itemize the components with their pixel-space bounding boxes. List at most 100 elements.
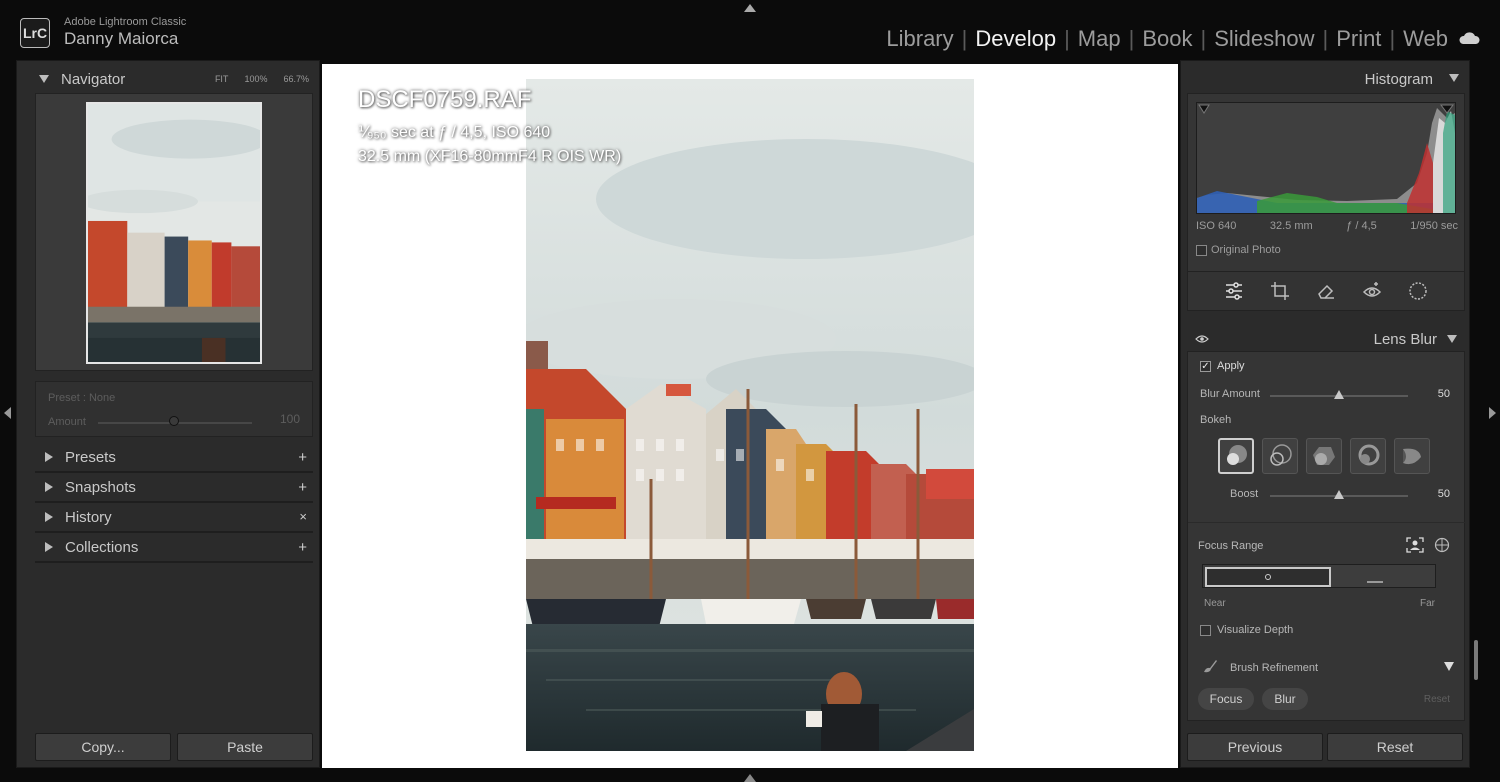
far-label: Far: [1420, 598, 1435, 609]
visualize-depth-checkbox[interactable]: [1200, 624, 1211, 636]
visualize-depth-toggle[interactable]: Visualize Depth: [1200, 624, 1293, 636]
red-eye-icon[interactable]: [1362, 281, 1382, 301]
photo-canvas[interactable]: DSCF0759.RAF ⅟₉₅₀ sec at ƒ / 4,5, ISO 64…: [322, 64, 1178, 768]
brush-icon: [1204, 660, 1217, 673]
histogram-graph[interactable]: [1196, 102, 1456, 214]
module-develop[interactable]: Develop: [967, 26, 1064, 52]
navigator-title: Navigator: [61, 70, 126, 88]
navigator-zoom-options: FIT 100% 66.7%: [215, 74, 315, 84]
history-section[interactable]: History ×: [35, 503, 313, 533]
cloud-sync-icon[interactable]: [1458, 31, 1480, 45]
amount-slider-thumb[interactable]: [169, 416, 179, 426]
original-photo-checkbox[interactable]: [1196, 244, 1207, 256]
collapse-right-panel-arrow[interactable]: [1489, 407, 1496, 419]
collapse-triangle-icon[interactable]: [1447, 335, 1457, 343]
presets-section[interactable]: Presets +: [35, 443, 313, 473]
paste-button[interactable]: Paste: [177, 733, 313, 761]
add-snapshot-icon[interactable]: +: [298, 479, 307, 496]
module-slideshow[interactable]: Slideshow: [1206, 26, 1322, 52]
lens-blur-header[interactable]: Lens Blur: [1187, 327, 1465, 351]
masking-icon[interactable]: [1408, 281, 1428, 301]
boost-value[interactable]: 50: [1438, 488, 1450, 500]
add-preset-icon[interactable]: +: [298, 449, 307, 466]
zoom-66[interactable]: 66.7%: [283, 74, 309, 84]
main-photo[interactable]: [526, 79, 974, 751]
depth-marker: [1367, 581, 1383, 583]
focus-range-label: Focus Range: [1198, 540, 1264, 552]
original-photo-toggle[interactable]: Original Photo: [1196, 244, 1281, 256]
visibility-eye-icon[interactable]: [1195, 334, 1209, 344]
boost-thumb[interactable]: [1334, 490, 1344, 499]
blur-amount-thumb[interactable]: [1334, 390, 1344, 399]
module-print[interactable]: Print: [1328, 26, 1389, 52]
histogram-title[interactable]: Histogram: [1365, 71, 1433, 88]
blur-amount-value[interactable]: 50: [1438, 388, 1450, 400]
blur-brush-button[interactable]: Blur: [1262, 688, 1308, 710]
navigator-header[interactable]: Navigator FIT 100% 66.7%: [31, 65, 315, 93]
brush-refinement-triangle-icon[interactable]: [1444, 662, 1454, 671]
original-photo-label: Original Photo: [1211, 244, 1281, 256]
zoom-fit[interactable]: FIT: [215, 74, 229, 84]
bokeh-options: [1218, 438, 1430, 474]
history-label: History: [65, 508, 112, 526]
navigator-preview[interactable]: [35, 93, 313, 371]
eraser-icon[interactable]: [1316, 281, 1336, 301]
bokeh-ring-option[interactable]: [1350, 438, 1386, 474]
app-name: Adobe Lightroom Classic: [64, 16, 187, 28]
collapse-top-panel-arrow[interactable]: [744, 4, 756, 12]
module-book[interactable]: Book: [1134, 26, 1200, 52]
photo-exposure: ⅟₉₅₀ sec at ƒ / 4,5, ISO 640: [358, 124, 551, 141]
lens-blur-panel: ✓ Apply Blur Amount 50 Bokeh Boost 50 Fo…: [1187, 351, 1466, 721]
focus-range-selection[interactable]: [1205, 567, 1331, 587]
brush-reset-button[interactable]: Reset: [1424, 694, 1450, 705]
iso-value: ISO 640: [1196, 220, 1237, 232]
right-bottom-buttons: Previous Reset: [1187, 733, 1463, 761]
focus-range-bar[interactable]: [1202, 564, 1436, 588]
focus-brush-button[interactable]: Focus: [1198, 688, 1254, 710]
brush-refinement-label[interactable]: Brush Refinement: [1230, 662, 1318, 674]
edit-sliders-icon[interactable]: [1224, 281, 1244, 301]
collapse-left-panel-arrow[interactable]: [4, 407, 11, 419]
left-bottom-buttons: Copy... Paste: [35, 733, 313, 761]
collections-label: Collections: [65, 538, 139, 556]
visualize-depth-label: Visualize Depth: [1217, 624, 1294, 636]
collections-section[interactable]: Collections +: [35, 533, 313, 563]
module-picker: Library | Develop | Map | Book | Slideshow | …: [878, 26, 1456, 52]
user-name: Danny Maiorca: [64, 29, 179, 48]
amount-value: 100: [279, 412, 300, 426]
aperture-value: ƒ / 4,5: [1346, 220, 1377, 232]
copy-button[interactable]: Copy...: [35, 733, 171, 761]
module-library[interactable]: Library: [878, 26, 961, 52]
bokeh-bubble-option[interactable]: [1262, 438, 1298, 474]
add-collection-icon[interactable]: +: [298, 539, 307, 556]
navigator-thumbnail[interactable]: [86, 102, 262, 364]
top-bar: LrC Adobe Lightroom Classic Danny Maiorc…: [0, 0, 1500, 60]
previous-button[interactable]: Previous: [1187, 733, 1323, 761]
apply-checkbox[interactable]: ✓: [1200, 360, 1211, 372]
bokeh-circle-option[interactable]: [1218, 438, 1254, 474]
expand-triangle-icon: [45, 452, 53, 462]
presets-label: Presets: [65, 448, 116, 466]
amount-label: Amount: [48, 416, 86, 428]
bokeh-blade-option[interactable]: [1306, 438, 1342, 474]
point-focus-icon[interactable]: [1434, 537, 1450, 553]
right-panel-scrollbar[interactable]: [1474, 640, 1478, 680]
bokeh-cat-eye-option[interactable]: [1394, 438, 1430, 474]
histogram-panel: ISO 640 32.5 mm ƒ / 4,5 1/950 sec Origin…: [1187, 93, 1465, 289]
reset-button[interactable]: Reset: [1327, 733, 1463, 761]
module-map[interactable]: Map: [1070, 26, 1129, 52]
boost-label: Boost: [1230, 488, 1259, 500]
lrc-logo: LrC: [20, 18, 50, 48]
collapse-triangle-icon: [39, 75, 49, 83]
zoom-100[interactable]: 100%: [244, 74, 267, 84]
subject-focus-icon[interactable]: [1406, 537, 1424, 553]
collapse-triangle-icon[interactable]: [1449, 74, 1459, 82]
module-web[interactable]: Web: [1395, 26, 1456, 52]
snapshots-section[interactable]: Snapshots +: [35, 473, 313, 503]
collapse-filmstrip-arrow[interactable]: [744, 774, 756, 782]
apply-toggle[interactable]: ✓ Apply: [1200, 360, 1245, 372]
crop-icon[interactable]: [1270, 281, 1290, 301]
blur-amount-label: Blur Amount: [1200, 388, 1260, 400]
preset-amount-box: Preset : None Amount 100: [35, 381, 313, 437]
clear-history-icon[interactable]: ×: [299, 509, 307, 524]
